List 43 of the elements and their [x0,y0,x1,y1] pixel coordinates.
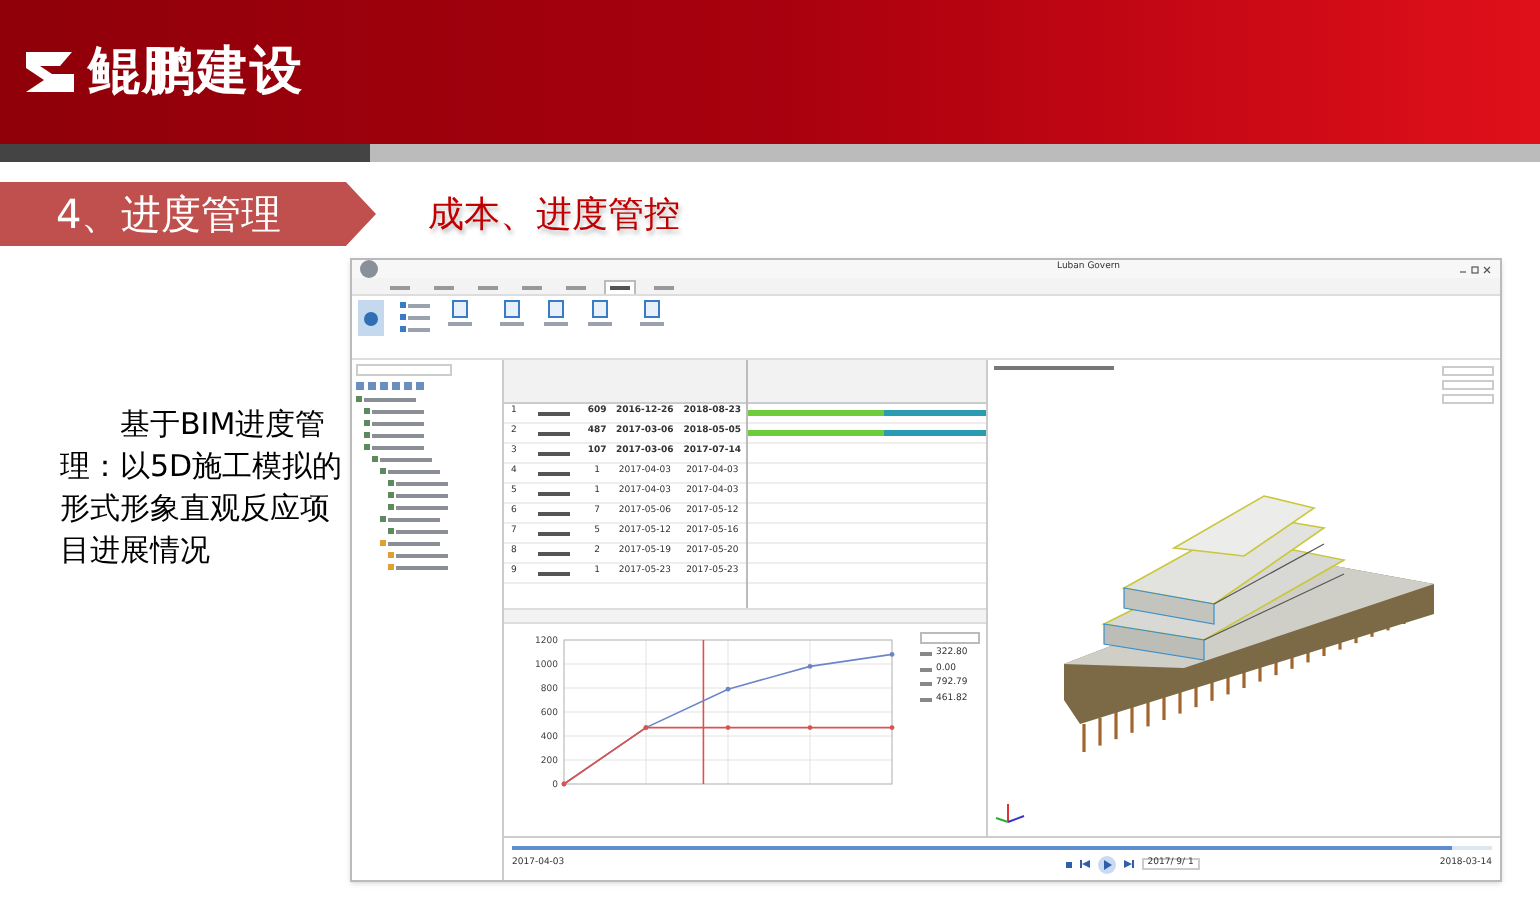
tree-node-icon[interactable] [388,552,394,558]
window-controls-icon[interactable] [1460,265,1492,273]
checkbox[interactable] [400,326,406,332]
tree-node-icon[interactable] [388,564,394,570]
ribbon-button[interactable] [638,300,666,326]
search-field[interactable] [356,364,452,376]
tree-node-icon[interactable] [388,528,394,534]
tree-node-icon[interactable] [380,540,386,546]
tree-node-icon[interactable] [380,468,386,474]
play-button[interactable] [1097,855,1116,873]
ribbon-button[interactable] [498,300,526,326]
dropdown[interactable] [920,632,980,644]
ribbon-button[interactable] [586,300,614,326]
tree-node-icon[interactable] [372,456,378,462]
ribbon-button[interactable] [446,300,474,326]
dropdown[interactable] [1442,394,1494,404]
picture-time-marker [702,640,705,784]
ribbon-button[interactable] [542,300,570,326]
tree-node-icon[interactable] [388,480,394,486]
section-title: 4、进度管理 [0,182,376,246]
brand-name: 鲲鹏建设 [88,39,304,105]
section-subtitle: 成本、进度管控 [428,191,680,239]
app-logo-icon [360,260,378,278]
bird-logo-icon [24,50,76,94]
tree-node-icon[interactable] [388,492,394,498]
tree-node-icon[interactable] [356,396,362,402]
tree-node-icon[interactable] [388,504,394,510]
previous-icon[interactable] [1079,860,1090,868]
dropdown[interactable] [1442,366,1494,376]
dropdown[interactable] [1442,380,1494,390]
tree-node-icon[interactable] [364,444,370,450]
tree-node-icon[interactable] [364,408,370,414]
description-text: 基于BIM进度管理：以5D施工模拟的形式形象直观反应项目进展情况 [60,404,345,572]
checkbox[interactable] [400,302,406,308]
simulate-button[interactable] [358,300,384,336]
tree-node-icon[interactable] [380,516,386,522]
tree-node-icon[interactable] [364,420,370,426]
tree-node-icon[interactable] [364,432,370,438]
next-icon[interactable] [1123,860,1134,868]
panel-splitter[interactable] [504,608,986,624]
ribbon-tab[interactable] [604,280,636,294]
stop-icon[interactable] [1065,861,1072,867]
checkbox[interactable] [400,314,406,320]
